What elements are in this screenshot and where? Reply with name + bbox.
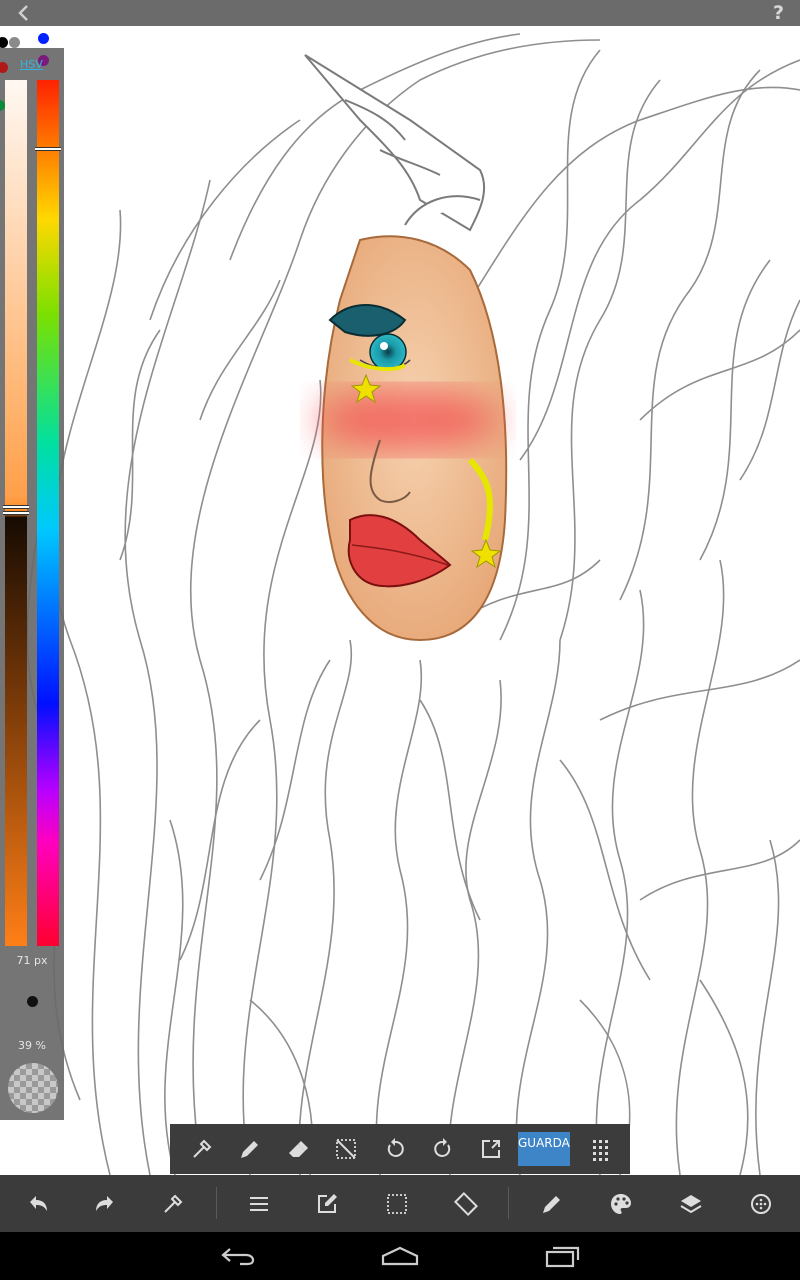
more-circle-icon[interactable]: [749, 1192, 773, 1216]
sub-toolbar: GUARDAR: [170, 1124, 630, 1174]
horn: [304, 54, 486, 232]
layers-icon[interactable]: [679, 1192, 703, 1216]
save-button[interactable]: GUARDAR: [518, 1132, 570, 1166]
hue-slider-handle[interactable]: [35, 147, 61, 151]
opacity-label: 39 %: [18, 1039, 46, 1052]
brush-size-label: 71 px: [16, 954, 48, 967]
help-icon[interactable]: ?: [773, 2, 784, 24]
recent-color-swatch[interactable]: [38, 33, 49, 44]
export-icon[interactable]: [479, 1137, 503, 1161]
deselect-icon[interactable]: [334, 1137, 358, 1161]
nav-back-icon[interactable]: [220, 1246, 256, 1266]
system-nav-bar: [0, 1232, 800, 1280]
redo-icon[interactable]: [93, 1192, 117, 1216]
pencil-icon[interactable]: [238, 1137, 262, 1161]
top-bar: ?: [0, 0, 800, 26]
menu-icon[interactable]: [247, 1192, 271, 1216]
selection-icon[interactable]: [385, 1192, 409, 1216]
brush-size-preview[interactable]: [27, 996, 38, 1007]
eraser-icon[interactable]: [286, 1137, 310, 1161]
nav-recents-icon[interactable]: [545, 1244, 581, 1268]
drawing-canvas[interactable]: [0, 26, 800, 1175]
rotate-right-icon[interactable]: [431, 1137, 455, 1161]
saturation-slider-handle[interactable]: [3, 505, 29, 509]
nav-home-icon[interactable]: [381, 1246, 419, 1266]
hsv-mode-toggle[interactable]: HSV: [20, 58, 43, 71]
brush-icon[interactable]: [540, 1192, 564, 1216]
face: [318, 235, 508, 642]
eyedropper-icon[interactable]: [161, 1192, 185, 1216]
recent-color-swatch[interactable]: [9, 37, 20, 48]
undo-icon[interactable]: [26, 1192, 50, 1216]
rotate-left-icon[interactable]: [383, 1137, 407, 1161]
transform-icon[interactable]: [454, 1192, 478, 1216]
saturation-slider-handle[interactable]: [3, 511, 29, 515]
toolbar-divider: [508, 1187, 509, 1219]
eyedropper-icon[interactable]: [190, 1137, 214, 1161]
hue-slider[interactable]: [37, 80, 59, 946]
edit-icon[interactable]: [315, 1192, 339, 1216]
palette-icon[interactable]: [609, 1192, 633, 1216]
toolbar-divider: [216, 1187, 217, 1219]
grid-dots-icon[interactable]: [588, 1137, 612, 1161]
chevron-left-icon[interactable]: [14, 4, 34, 22]
main-toolbar: [0, 1175, 800, 1232]
opacity-preview[interactable]: [8, 1063, 58, 1113]
artwork: [26, 33, 800, 1175]
